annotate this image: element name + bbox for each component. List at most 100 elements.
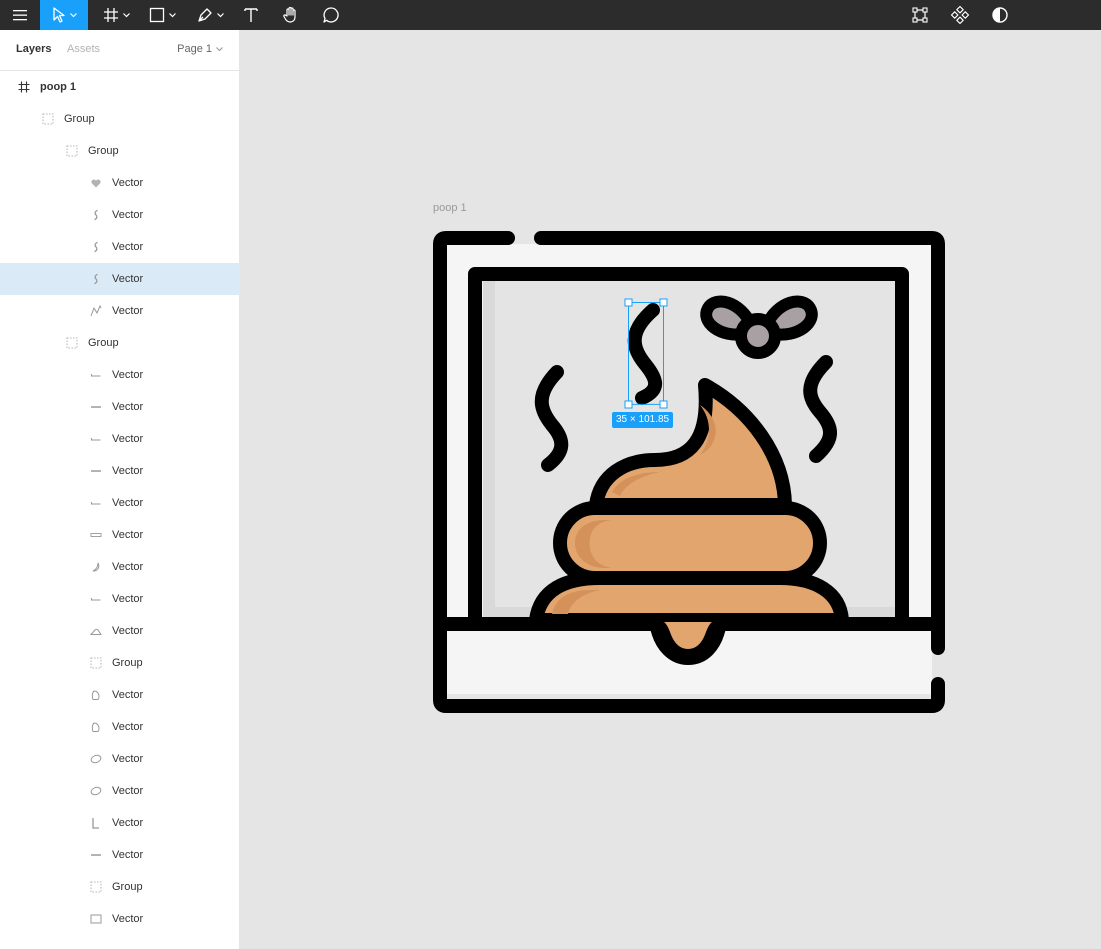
hand-icon: [283, 6, 296, 23]
comment-icon: [323, 7, 339, 23]
layer-label: Vector: [112, 689, 144, 701]
layer-vector[interactable]: Vector: [0, 551, 240, 583]
vector-icon: [90, 593, 102, 605]
edit-object-button[interactable]: [906, 0, 934, 30]
layer-label: Vector: [112, 465, 144, 477]
pen-icon: [197, 8, 212, 22]
fly-body: [735, 313, 781, 359]
layer-label: Vector: [112, 561, 144, 573]
hash-icon: [103, 8, 118, 22]
hand-tool-button[interactable]: [276, 0, 306, 30]
layer-label: Vector: [112, 305, 144, 317]
layer-vector[interactable]: Vector: [0, 263, 240, 295]
vector-icon: [90, 561, 102, 573]
layer-group[interactable]: Group: [0, 135, 240, 167]
layer-vector[interactable]: Vector: [0, 711, 240, 743]
group-icon: [90, 657, 102, 669]
layer-label: Vector: [112, 497, 144, 509]
contrast-icon: [992, 7, 1008, 23]
selection-handle-br[interactable]: [659, 400, 668, 409]
selection-handle-bl[interactable]: [624, 400, 633, 409]
layer-vector[interactable]: Vector: [0, 743, 240, 775]
frame-icon: [18, 81, 30, 93]
poop-illustration[interactable]: [428, 226, 950, 716]
pen-tool-button[interactable]: [190, 0, 230, 30]
layer-label: Vector: [112, 849, 144, 861]
group-icon: [90, 881, 102, 893]
layer-vector[interactable]: Vector: [0, 807, 240, 839]
toolbar: [0, 0, 1101, 30]
components-button[interactable]: [946, 0, 974, 30]
layer-label: Group: [88, 145, 119, 157]
layer-label: Vector: [112, 785, 144, 797]
layer-vector[interactable]: Vector: [0, 391, 240, 423]
vector-icon: [90, 785, 102, 797]
layer-frame[interactable]: poop 1: [0, 71, 240, 103]
layer-vector[interactable]: Vector: [0, 231, 240, 263]
hamburger-icon: [13, 10, 27, 21]
frame-tool-button[interactable]: [96, 0, 136, 30]
layer-group[interactable]: Group: [0, 103, 240, 135]
page-selector[interactable]: Page 1: [177, 43, 223, 55]
tab-assets[interactable]: Assets: [67, 43, 100, 55]
layer-vector[interactable]: Vector: [0, 199, 240, 231]
main-menu-button[interactable]: [0, 0, 40, 30]
page-selector-label: Page 1: [177, 43, 212, 55]
layer-label: Vector: [112, 593, 144, 605]
vector-icon: [90, 721, 102, 733]
chevron-down-icon: [216, 46, 223, 51]
layer-vector[interactable]: Vector: [0, 487, 240, 519]
layer-vector[interactable]: Vector: [0, 359, 240, 391]
layer-label: poop 1: [40, 81, 77, 93]
comment-tool-button[interactable]: [316, 0, 346, 30]
move-tool-button[interactable]: [40, 0, 88, 30]
group-icon: [66, 145, 78, 157]
shape-tool-button[interactable]: [142, 0, 182, 30]
vector-icon: [90, 465, 102, 477]
layer-vector[interactable]: Vector: [0, 839, 240, 871]
layer-vector[interactable]: Vector: [0, 167, 240, 199]
tab-layers[interactable]: Layers: [16, 43, 51, 55]
vector-icon: [90, 209, 102, 221]
layer-vector[interactable]: Vector: [0, 519, 240, 551]
vector-icon: [90, 433, 102, 445]
chevron-down-icon: [69, 12, 77, 17]
layer-group[interactable]: Group: [0, 647, 240, 679]
layer-label: Vector: [112, 177, 144, 189]
selection-handle-tr[interactable]: [659, 298, 668, 307]
layer-label: Group: [88, 337, 119, 349]
layer-label: Group: [112, 657, 143, 669]
text-tool-button[interactable]: [236, 0, 266, 30]
layer-group[interactable]: Group: [0, 871, 240, 903]
vector-icon: [90, 753, 102, 765]
square-icon: [149, 7, 164, 23]
vector-icon: [90, 177, 102, 189]
frame-label[interactable]: poop 1: [433, 202, 467, 214]
layer-group[interactable]: Group: [0, 327, 240, 359]
layer-label: Vector: [112, 753, 144, 765]
vector-icon: [90, 817, 102, 829]
layer-vector[interactable]: Vector: [0, 583, 240, 615]
chevron-down-icon: [168, 12, 176, 17]
selection-handle-tl[interactable]: [624, 298, 633, 307]
layer-vector[interactable]: Vector: [0, 903, 240, 935]
layer-vector[interactable]: Vector: [0, 615, 240, 647]
layer-label: Vector: [112, 913, 144, 925]
layer-label: Vector: [112, 529, 144, 541]
layer-vector[interactable]: Vector: [0, 423, 240, 455]
cursor-icon: [52, 7, 65, 23]
group-icon: [66, 337, 78, 349]
layer-vector[interactable]: Vector: [0, 679, 240, 711]
layer-label: Group: [112, 881, 143, 893]
vector-icon: [90, 849, 102, 861]
vector-icon: [90, 401, 102, 413]
layer-label: Vector: [112, 209, 144, 221]
layer-vector[interactable]: Vector: [0, 455, 240, 487]
layer-vector[interactable]: Vector: [0, 295, 240, 327]
layer-label: Vector: [112, 625, 144, 637]
layer-label: Group: [64, 113, 95, 125]
mask-button[interactable]: [986, 0, 1014, 30]
layer-vector[interactable]: Vector: [0, 775, 240, 807]
layer-label: Vector: [112, 433, 144, 445]
layer-label: Vector: [112, 401, 144, 413]
